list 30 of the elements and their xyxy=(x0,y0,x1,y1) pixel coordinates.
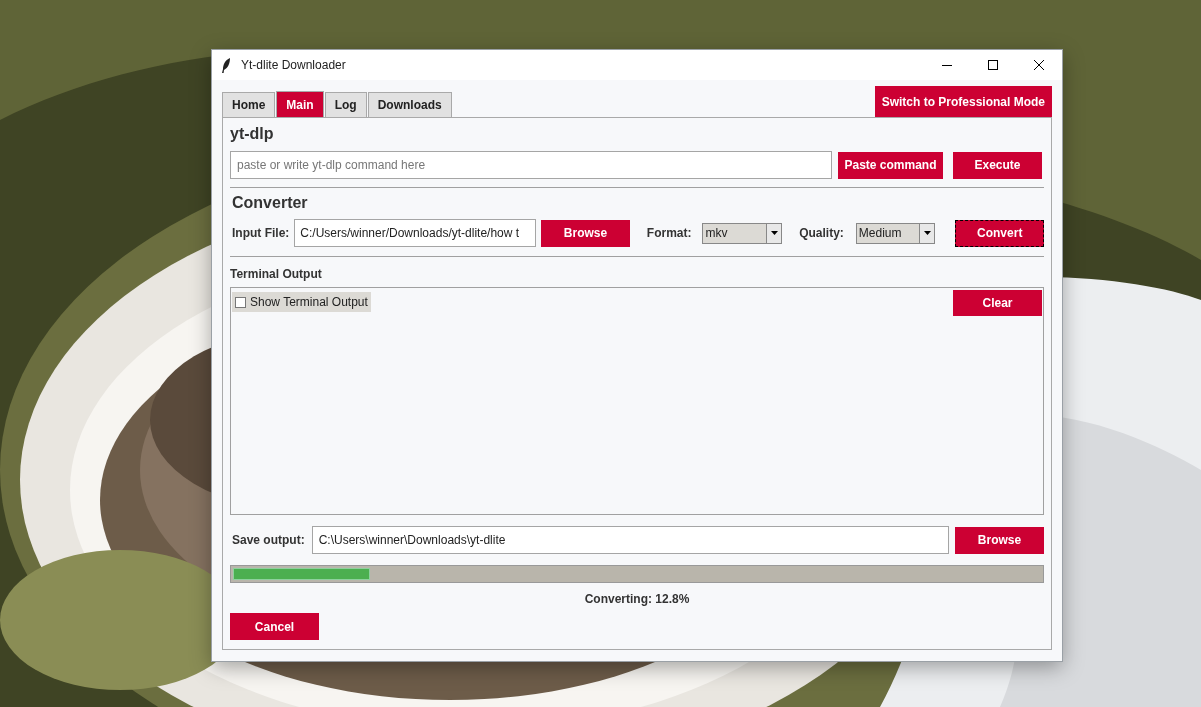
paste-command-button[interactable]: Paste command xyxy=(838,151,943,179)
tab[interactable]: Downloads xyxy=(367,92,452,117)
progress-status: Converting: 12.8% xyxy=(583,592,691,606)
cancel-button[interactable]: Cancel xyxy=(230,613,319,640)
window-title: Yt-dlite Downloader xyxy=(241,58,346,72)
browse-button[interactable]: Browse xyxy=(541,219,630,247)
clear-button[interactable]: Clear xyxy=(953,290,1042,316)
execute-button[interactable]: Execute xyxy=(953,151,1042,179)
save-output-field[interactable]: C:\Users\winner\Downloads\yt-dlite xyxy=(311,526,949,554)
maximize-icon xyxy=(988,60,998,70)
section-heading: yt-dlp xyxy=(230,125,275,143)
command-field[interactable]: paste or write yt-dlp command here xyxy=(230,151,832,179)
section-heading: Converter xyxy=(232,194,309,212)
field-label: Save output: xyxy=(232,533,305,547)
input-file-field[interactable]: C:/Users/winner/Downloads/yt-dlite/how t xyxy=(294,219,537,247)
quality-dropdown[interactable]: Medium xyxy=(855,222,936,244)
field-label: Quality: xyxy=(799,226,844,240)
close-icon xyxy=(1034,60,1044,70)
tab[interactable]: Main xyxy=(276,91,324,117)
field-label: Format: xyxy=(646,226,692,240)
browse-button[interactable]: Browse xyxy=(955,526,1044,554)
convert-button[interactable]: Convert xyxy=(955,219,1044,247)
field-label: Input File: xyxy=(232,226,290,240)
tab[interactable]: Log xyxy=(324,92,367,117)
tab[interactable]: Home xyxy=(222,92,276,117)
feather-icon xyxy=(222,57,231,73)
show-terminal-checkbox[interactable]: Show Terminal Output xyxy=(232,292,371,312)
format-dropdown[interactable]: mkv xyxy=(702,222,783,244)
mode-switch-button[interactable]: Switch to Professional Mode xyxy=(874,86,1052,117)
section-label: Terminal Output xyxy=(230,267,323,281)
